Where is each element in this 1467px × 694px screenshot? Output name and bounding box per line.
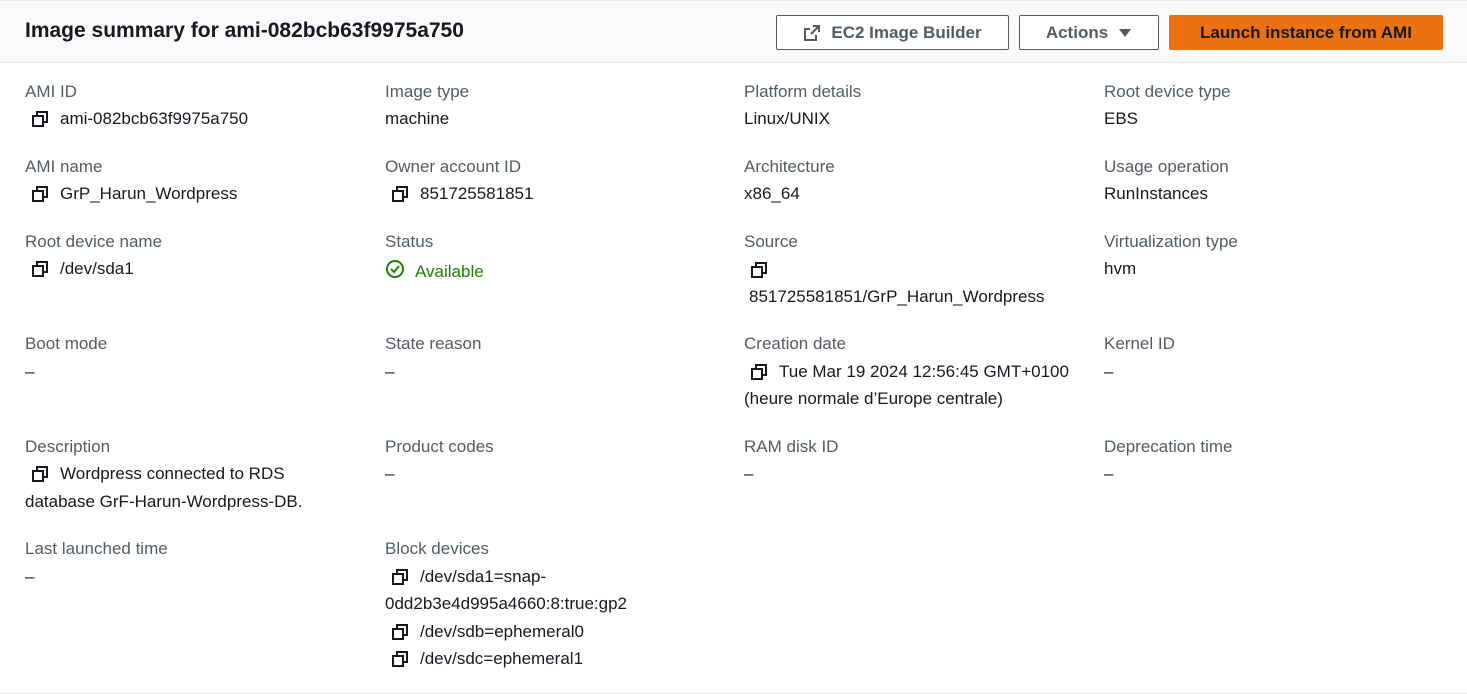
page-title: Image summary for ami-082bcb63f9975a750 bbox=[25, 19, 464, 42]
creation-date-text-line2: (heure normale d’Europe centrale) bbox=[744, 389, 1003, 408]
kernel-id-label: Kernel ID bbox=[1104, 334, 1175, 353]
copy-icon[interactable] bbox=[30, 184, 50, 204]
status-text: Available bbox=[415, 261, 484, 281]
owner-account-id-text: 851725581851 bbox=[420, 184, 534, 203]
root-device-name-text: /dev/sda1 bbox=[60, 259, 134, 278]
copy-icon[interactable] bbox=[390, 184, 410, 204]
block-device-text-line2: 0dd2b3e4d995a4660:8:true:gp2 bbox=[385, 594, 628, 613]
ami-name-value: GrP_Harun_Wordpress bbox=[30, 184, 237, 204]
ec2-image-builder-label: EC2 Image Builder bbox=[831, 22, 982, 42]
block-device-item: /dev/sda1=snap- bbox=[390, 567, 546, 587]
copy-icon[interactable] bbox=[390, 622, 410, 642]
image-type-label: Image type bbox=[385, 82, 470, 101]
caret-down-icon bbox=[1118, 28, 1132, 38]
ami-name-label: AMI name bbox=[25, 157, 103, 176]
launch-instance-button[interactable]: Launch instance from AMI bbox=[1169, 15, 1443, 50]
source-value: 851725581851/GrP_Harun_Wordpress bbox=[749, 287, 1045, 306]
image-summary-panel: Image summary for ami-082bcb63f9975a750 … bbox=[0, 0, 1467, 694]
product-codes-value: – bbox=[385, 464, 395, 483]
description-value: Wordpress connected to RDS bbox=[30, 464, 285, 484]
root-device-name-value: /dev/sda1 bbox=[30, 259, 134, 279]
block-device-text: /dev/sdb=ephemeral0 bbox=[420, 622, 584, 641]
root-device-type-value: EBS bbox=[1104, 109, 1139, 128]
platform-details-label: Platform details bbox=[744, 82, 862, 101]
ec2-image-builder-button[interactable]: EC2 Image Builder bbox=[776, 15, 1009, 50]
copy-icon[interactable] bbox=[30, 464, 50, 484]
boot-mode-label: Boot mode bbox=[25, 334, 108, 353]
copy-icon[interactable] bbox=[30, 109, 50, 129]
creation-date-label: Creation date bbox=[744, 334, 847, 353]
state-reason-value: – bbox=[385, 362, 395, 381]
actions-label: Actions bbox=[1045, 22, 1109, 42]
ami-name-text: GrP_Harun_Wordpress bbox=[60, 184, 238, 203]
source-label: Source bbox=[744, 232, 798, 251]
copy-icon[interactable] bbox=[30, 259, 50, 279]
creation-date-value: Tue Mar 19 2024 12:56:45 GMT+0100 bbox=[749, 362, 1069, 382]
image-type-value: machine bbox=[385, 109, 450, 128]
ami-id-label: AMI ID bbox=[25, 82, 77, 101]
ami-id-text: ami-082bcb63f9975a750 bbox=[60, 109, 249, 128]
block-devices-label: Block devices bbox=[385, 539, 489, 558]
ram-disk-id-value: – bbox=[744, 464, 754, 483]
external-link-icon bbox=[803, 24, 821, 42]
block-device-item: /dev/sdb=ephemeral0 bbox=[390, 622, 584, 642]
architecture-label: Architecture bbox=[744, 157, 835, 176]
block-device-text: /dev/sda1=snap- bbox=[420, 567, 547, 586]
product-codes-label: Product codes bbox=[385, 437, 494, 456]
actions-dropdown-button[interactable]: Actions bbox=[1019, 15, 1159, 50]
status-value: Available bbox=[385, 259, 484, 284]
block-device-item: /dev/sdc=ephemeral1 bbox=[390, 649, 583, 669]
last-launched-time-value: – bbox=[25, 567, 35, 586]
platform-details-value: Linux/UNIX bbox=[744, 109, 830, 128]
description-text: Wordpress connected to RDS bbox=[60, 464, 285, 483]
creation-date-text: Tue Mar 19 2024 12:56:45 GMT+0100 bbox=[779, 362, 1069, 381]
source-copy bbox=[749, 260, 769, 280]
status-check-icon bbox=[385, 259, 405, 284]
ami-id-value: ami-082bcb63f9975a750 bbox=[30, 109, 248, 129]
boot-mode-value: – bbox=[25, 362, 35, 381]
copy-icon[interactable] bbox=[390, 567, 410, 587]
architecture-value: x86_64 bbox=[744, 184, 800, 203]
copy-icon[interactable] bbox=[749, 260, 769, 280]
owner-account-id-value: 851725581851 bbox=[390, 184, 533, 204]
virtualization-type-value: hvm bbox=[1104, 259, 1137, 278]
root-device-type-label: Root device type bbox=[1104, 82, 1231, 101]
usage-operation-label: Usage operation bbox=[1104, 157, 1229, 176]
copy-icon[interactable] bbox=[749, 362, 769, 382]
deprecation-time-label: Deprecation time bbox=[1104, 437, 1233, 456]
usage-operation-value: RunInstances bbox=[1104, 184, 1208, 203]
description-label: Description bbox=[25, 437, 111, 456]
description-text-line2: database GrF-Harun-Wordpress-DB. bbox=[25, 492, 303, 511]
copy-icon[interactable] bbox=[390, 649, 410, 669]
ram-disk-id-label: RAM disk ID bbox=[744, 437, 839, 456]
owner-account-id-label: Owner account ID bbox=[385, 157, 522, 176]
status-label: Status bbox=[385, 232, 434, 251]
panel-header: Image summary for ami-082bcb63f9975a750 … bbox=[0, 1, 1467, 63]
launch-instance-label: Launch instance from AMI bbox=[1200, 22, 1412, 42]
block-device-text: /dev/sdc=ephemeral1 bbox=[420, 649, 584, 668]
last-launched-time-label: Last launched time bbox=[25, 539, 168, 558]
deprecation-time-value: – bbox=[1104, 464, 1114, 483]
virtualization-type-label: Virtualization type bbox=[1104, 232, 1238, 251]
root-device-name-label: Root device name bbox=[25, 232, 163, 251]
kernel-id-value: – bbox=[1104, 362, 1114, 381]
state-reason-label: State reason bbox=[385, 334, 482, 353]
